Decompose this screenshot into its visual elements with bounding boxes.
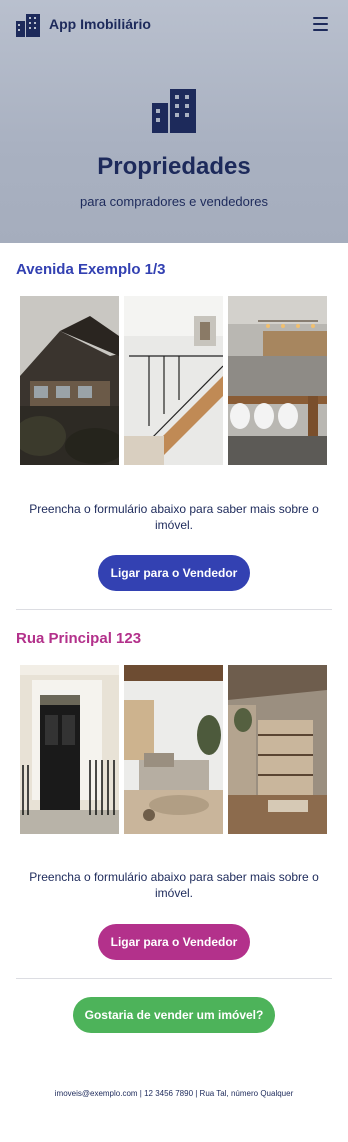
hero-header: App Imobiliário Propriedades para compra… xyxy=(0,0,348,243)
staircase-interior-photo[interactable] xyxy=(124,296,223,465)
kitchen-dining-photo[interactable] xyxy=(228,296,327,465)
property-title[interactable]: Rua Principal 123 xyxy=(16,630,141,647)
black-front-door-photo[interactable] xyxy=(20,665,119,834)
app-title[interactable]: App Imobiliário xyxy=(49,16,151,32)
property-description: Preencha o formulário abaixo para saber … xyxy=(29,502,319,532)
call-seller-button[interactable]: Ligar para o Vendedor xyxy=(98,924,250,960)
property-description: Preencha o formulário abaixo para saber … xyxy=(29,870,319,900)
sell-property-button[interactable]: Gostaria de vender um imóvel? xyxy=(73,997,275,1033)
bedroom-interior-photo[interactable] xyxy=(124,665,223,834)
page-subtitle: para compradores e vendedores xyxy=(80,194,268,209)
house-exterior-photo[interactable] xyxy=(20,296,119,465)
top-bar: App Imobiliário xyxy=(0,0,348,50)
divider xyxy=(16,978,332,979)
property-card: Rua Principal 123 Preencha o formulário … xyxy=(0,610,348,978)
footer-contact: imoveis@exemplo.com | 12 3456 7890 | Rua… xyxy=(54,1089,294,1098)
buildings-icon[interactable] xyxy=(16,14,40,37)
buildings-icon xyxy=(152,89,196,133)
living-room-shelves-photo[interactable] xyxy=(228,665,327,834)
property-title[interactable]: Avenida Exemplo 1/3 xyxy=(16,261,166,278)
page-title: Propriedades xyxy=(97,153,251,180)
hamburger-menu-icon[interactable] xyxy=(313,17,328,31)
property-card: Avenida Exemplo 1/3 Preencha o formulári… xyxy=(0,243,348,610)
call-seller-button[interactable]: Ligar para o Vendedor xyxy=(98,555,250,591)
